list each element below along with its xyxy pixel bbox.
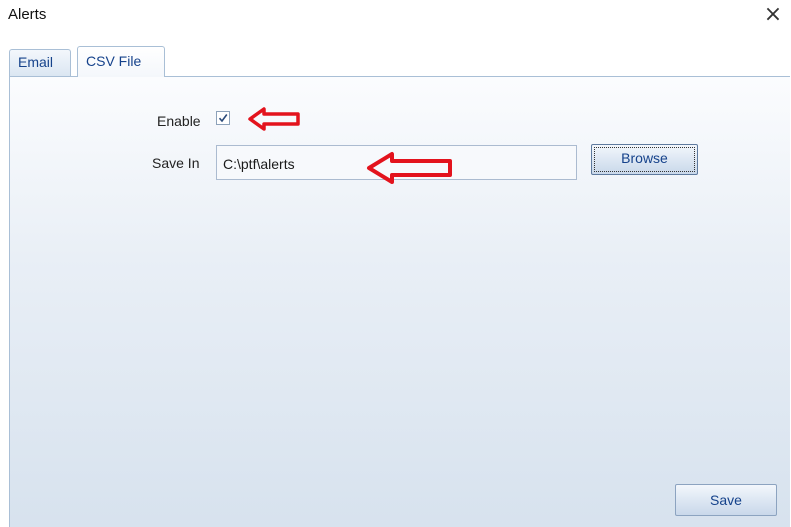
red-arrow-left-icon bbox=[248, 107, 300, 131]
enable-checkbox[interactable] bbox=[216, 111, 230, 125]
red-arrow-left-icon bbox=[367, 152, 452, 184]
save-in-label: Save In bbox=[152, 155, 200, 171]
tab-email[interactable]: Email bbox=[9, 49, 71, 76]
enable-label: Enable bbox=[157, 113, 201, 129]
save-button[interactable]: Save bbox=[675, 484, 777, 516]
checkmark-icon bbox=[218, 114, 228, 123]
tab-csv-file[interactable]: CSV File bbox=[77, 46, 165, 77]
browse-button[interactable]: Browse bbox=[591, 144, 698, 175]
close-icon[interactable]: × bbox=[762, 4, 784, 27]
window-title: Alerts bbox=[8, 6, 47, 23]
